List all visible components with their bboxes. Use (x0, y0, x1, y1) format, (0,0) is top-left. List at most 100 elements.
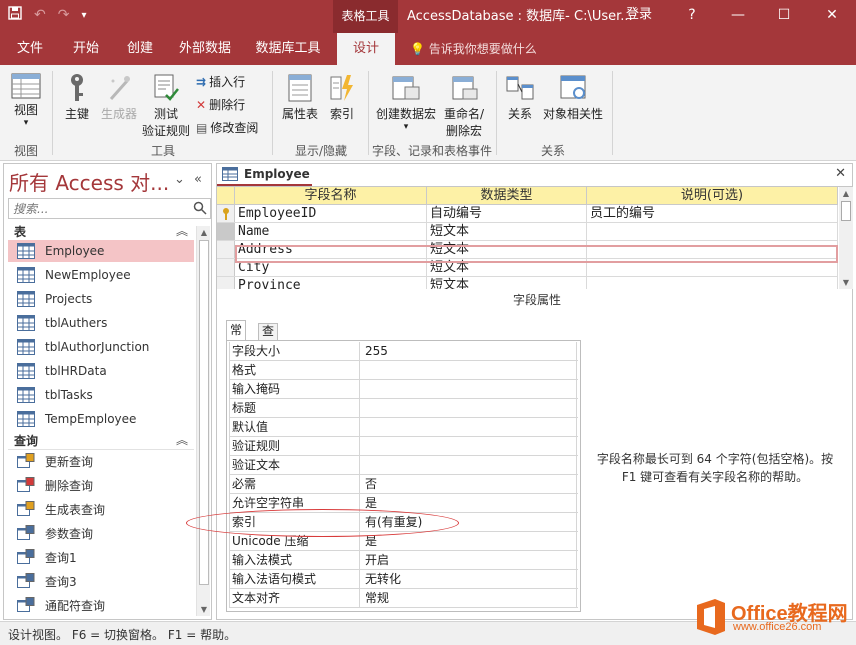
nav-item-table[interactable]: NewEmployee (8, 264, 194, 286)
rename-delete-macro-button[interactable]: 重命名/ 删除宏 (440, 73, 488, 139)
object-dependencies-button[interactable]: 对象相关性 (540, 73, 606, 122)
nav-item-query[interactable]: 生成表查询 (8, 498, 194, 520)
property-row[interactable]: 索引 有(有重复) (229, 513, 578, 532)
row-selector[interactable] (217, 277, 235, 289)
tab-design[interactable]: 设计 (337, 33, 395, 65)
property-row[interactable]: 验证规则 (229, 437, 578, 456)
nav-scrollbar[interactable]: ▲ ▼ (196, 226, 210, 616)
data-type-cell[interactable]: 自动编号 (427, 205, 587, 222)
insert-rows-button[interactable]: ⇉ 插入行 (196, 73, 245, 90)
nav-group-tables[interactable]: 表 ︽ (8, 221, 194, 241)
sign-in-link[interactable]: 登录 (626, 0, 652, 30)
scroll-thumb[interactable] (841, 201, 851, 221)
nav-item-query[interactable]: 查询3 (8, 570, 194, 592)
nav-item-table[interactable]: TempEmployee (8, 408, 194, 430)
indexes-button[interactable]: 索引 (324, 73, 360, 122)
modify-lookups-button[interactable]: ▤ 修改查阅 (196, 119, 258, 136)
property-value[interactable] (363, 361, 577, 379)
nav-item-table[interactable]: tblAuthorJunction (8, 336, 194, 358)
property-row[interactable]: 字段大小 255 (229, 342, 578, 361)
field-name-cell[interactable]: EmployeeID (235, 205, 427, 222)
property-value[interactable]: 常规 (363, 589, 577, 607)
description-cell[interactable]: 员工的编号 (587, 205, 838, 222)
property-row[interactable]: 输入法语句模式 无转化 (229, 570, 578, 589)
property-value[interactable] (363, 380, 577, 398)
field-name-cell[interactable]: Province (235, 277, 427, 289)
field-row[interactable]: City 短文本 (217, 259, 838, 277)
property-value[interactable]: 是 (363, 532, 577, 550)
property-row[interactable]: 必需否 (229, 475, 578, 494)
primary-key-button[interactable]: 主键 (60, 73, 94, 122)
tab-database-tools[interactable]: 数据库工具 (248, 33, 328, 65)
property-row[interactable]: 标题 (229, 399, 578, 418)
description-cell[interactable] (587, 241, 838, 258)
scroll-down-icon[interactable]: ▼ (839, 278, 853, 287)
restore-button[interactable]: ☐ (764, 0, 804, 30)
tell-me-box[interactable]: 💡 告诉我你想要做什么 (410, 33, 537, 65)
nav-item-query[interactable]: 更新查询 (8, 450, 194, 472)
nav-item-query[interactable]: 查询1 (8, 546, 194, 568)
help-button[interactable]: ? (672, 0, 712, 30)
property-row[interactable]: 验证文本 (229, 456, 578, 475)
customize-qat-icon[interactable]: ▾ (81, 10, 86, 21)
scroll-up-icon[interactable]: ▲ (839, 189, 853, 198)
row-selector[interactable] (217, 241, 235, 258)
builder-button[interactable]: 生成器 (98, 73, 140, 122)
data-type-cell[interactable]: 短文本 (427, 277, 587, 289)
tab-file[interactable]: 文件 (8, 33, 52, 65)
search-icon[interactable] (193, 201, 207, 215)
property-value[interactable] (363, 399, 577, 417)
grid-scrollbar[interactable]: ▲ ▼ (839, 187, 853, 289)
close-document-icon[interactable]: ✕ (835, 166, 846, 181)
nav-item-table[interactable]: tblTasks (8, 384, 194, 406)
scroll-thumb[interactable] (199, 240, 209, 585)
field-row[interactable]: Province 短文本 (217, 277, 838, 289)
nav-item-query[interactable]: 删除查询 (8, 474, 194, 496)
data-type-cell[interactable]: 短文本 (427, 223, 587, 240)
nav-item-table[interactable]: Projects (8, 288, 194, 310)
property-row[interactable]: 默认值 (229, 418, 578, 437)
description-cell[interactable] (587, 259, 838, 276)
undo-icon[interactable]: ↶ (34, 7, 46, 23)
field-row[interactable]: Name 短文本 (217, 223, 838, 241)
row-selector[interactable] (217, 223, 235, 240)
nav-item-table[interactable]: tblHRData (8, 360, 194, 382)
delete-rows-button[interactable]: ✕ 删除行 (196, 96, 245, 113)
row-selector-header[interactable] (217, 187, 235, 205)
test-validation-rules-button[interactable]: 测试 验证规则 (140, 73, 192, 139)
scroll-down-icon[interactable]: ▼ (197, 605, 211, 614)
property-value[interactable]: 无转化 (363, 570, 577, 588)
nav-search-input[interactable] (9, 199, 189, 218)
property-row[interactable]: 格式 (229, 361, 578, 380)
property-row[interactable]: 输入掩码 (229, 380, 578, 399)
shutter-bar-close-icon[interactable]: « (194, 172, 202, 187)
description-cell[interactable] (587, 223, 838, 240)
tab-general[interactable]: 常规 (226, 320, 247, 355)
scroll-up-icon[interactable]: ▲ (197, 228, 211, 237)
tab-lookup[interactable]: 查阅 (258, 323, 279, 353)
minimize-button[interactable]: — (718, 0, 758, 30)
nav-pane-title[interactable]: 所有 Access 对... (9, 167, 169, 196)
row-selector[interactable] (217, 259, 235, 276)
nav-search-box[interactable] (8, 198, 211, 219)
property-value[interactable]: 是 (363, 494, 577, 512)
field-name-cell[interactable]: Address (235, 241, 427, 258)
data-type-cell[interactable]: 短文本 (427, 241, 587, 258)
nav-item-table[interactable]: Employee (8, 240, 194, 262)
property-row[interactable]: 文本对齐 常规 (229, 589, 578, 608)
nav-item-query[interactable]: 通配符查询 (8, 594, 194, 616)
property-value[interactable]: 开启 (363, 551, 577, 569)
field-name-cell[interactable]: City (235, 259, 427, 276)
save-icon[interactable] (8, 6, 22, 24)
row-selector[interactable] (217, 205, 235, 222)
tab-create[interactable]: 创建 (118, 33, 162, 65)
nav-menu-chevron-icon[interactable]: ⌄ (174, 172, 185, 187)
property-value[interactable] (363, 437, 577, 455)
property-row[interactable]: 允许空字符串是 (229, 494, 578, 513)
property-value[interactable]: 255 (363, 342, 577, 360)
view-button[interactable]: 视图 ▾ (8, 73, 44, 128)
property-value[interactable] (363, 418, 577, 436)
property-row[interactable]: 输入法模式 开启 (229, 551, 578, 570)
nav-group-queries[interactable]: 查询 ︽ (8, 430, 194, 450)
property-value[interactable]: 否 (363, 475, 577, 493)
